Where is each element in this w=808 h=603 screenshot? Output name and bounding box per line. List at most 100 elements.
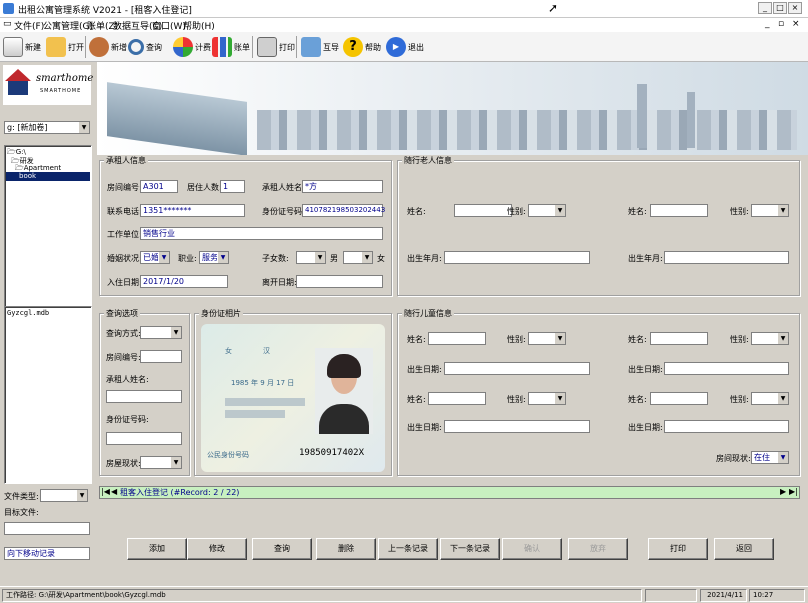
move-down-record[interactable]: 向下移动记录 — [4, 547, 90, 560]
tenant-group: 承租人信息 房间编号: A301 居住人数: 1 承租人姓名: *方 联系电话:… — [99, 155, 392, 296]
mdi-minimize[interactable]: _ — [765, 19, 770, 29]
children-male-select[interactable]: ▼ — [296, 251, 326, 264]
menu-help[interactable]: 帮助(H) — [183, 19, 215, 32]
target-file-input[interactable] — [4, 522, 90, 535]
next-button[interactable]: 下一条记录 — [440, 538, 500, 560]
kid1-birth-input[interactable] — [444, 362, 590, 375]
elder1-sex-select[interactable]: ▼ — [528, 204, 566, 217]
kid4-name-input[interactable] — [650, 392, 708, 405]
kid1-sex-select[interactable]: ▼ — [528, 332, 566, 345]
title-bar: 出租公寓管理系统 V2021 - [租客入住登记] ➚ _ □ × — [0, 0, 808, 18]
kid2-name-input[interactable] — [650, 332, 708, 345]
cancel-button[interactable]: 放弃 — [568, 538, 628, 560]
toolbar-query-button[interactable]: 查询 — [128, 35, 162, 59]
toolbar-open-button[interactable]: 打开 — [46, 35, 84, 59]
work-input[interactable]: 销售行业 — [140, 227, 383, 240]
menu-apartment[interactable]: 公寓管理(G) — [43, 19, 93, 32]
kid2-birth-input[interactable] — [664, 362, 789, 375]
mdi-close[interactable]: × — [792, 19, 800, 29]
residents-input[interactable]: 1 — [220, 180, 245, 193]
toolbar-new-button[interactable]: 新建 — [3, 35, 41, 59]
portrait — [315, 348, 373, 434]
menu-file[interactable]: 文件(F) — [14, 19, 44, 32]
first-record-button[interactable]: |◀ — [101, 487, 110, 496]
kid1-name-input[interactable] — [428, 332, 486, 345]
menu-doc-icon: ▭ — [3, 19, 12, 29]
logo: smarthome SMARTHOME — [3, 65, 93, 105]
query-id-input[interactable] — [106, 432, 182, 445]
menu-window[interactable]: 窗口(W) — [152, 19, 186, 32]
id-photo-group: 身份证相片 女 汉 1985 年 9 月 17 日 公民身份号码 1985091… — [194, 308, 392, 476]
elder2-sex-select[interactable]: ▼ — [751, 204, 789, 217]
kid3-sex-select[interactable]: ▼ — [528, 392, 566, 405]
kid3-birth-input[interactable] — [444, 420, 590, 433]
drive-select[interactable]: g: [新加卷] ▼ — [4, 121, 90, 134]
query-name-input[interactable] — [106, 390, 182, 403]
toolbar-bill-button[interactable]: 账单 — [212, 35, 250, 59]
elder2-birth-input[interactable] — [664, 251, 789, 264]
query-method-select[interactable]: ▼ — [140, 326, 182, 339]
minimize-button[interactable]: _ — [758, 2, 772, 14]
users-icon — [89, 37, 109, 57]
elder1-name-input[interactable] — [454, 204, 512, 217]
house-icon — [5, 69, 31, 81]
kid4-sex-select[interactable]: ▼ — [751, 392, 789, 405]
query-room-input[interactable] — [140, 350, 182, 363]
add-button[interactable]: 添加 — [127, 538, 187, 560]
window-title: 出租公寓管理系统 V2021 - [租客入住登记] — [18, 6, 192, 16]
toolbar-help-button[interactable]: ? 帮助 — [343, 35, 381, 59]
banner-image — [97, 62, 808, 155]
query-button[interactable]: 查询 — [252, 538, 312, 560]
tree-item-book[interactable]: book — [6, 172, 90, 181]
id-card-image: 女 汉 1985 年 9 月 17 日 公民身份号码 19850917402X — [201, 324, 385, 472]
elder1-birth-input[interactable] — [444, 251, 590, 264]
room-number-input[interactable]: A301 — [140, 180, 178, 193]
query-status-select[interactable]: ▼ — [140, 456, 182, 469]
toolbar-add-button[interactable]: 新增 — [89, 35, 127, 59]
last-record-button[interactable]: ▶| — [789, 487, 798, 496]
list-item[interactable]: Gyzcgl.mdb — [7, 309, 49, 317]
checkout-date-input[interactable] — [296, 275, 383, 288]
room-status-select[interactable]: 在住 ▼ — [751, 451, 789, 464]
maximize-button[interactable]: □ — [773, 2, 787, 14]
new-doc-icon — [3, 37, 23, 57]
prev-record-button[interactable]: ◀ — [111, 487, 117, 496]
kid3-name-input[interactable] — [428, 392, 486, 405]
children-female-select[interactable]: ▼ — [343, 251, 373, 264]
bar-chart-icon — [212, 37, 232, 57]
status-empty — [645, 589, 697, 602]
close-button[interactable]: × — [788, 2, 802, 14]
toolbar-exit-button[interactable]: ▶ 退出 — [386, 35, 424, 59]
filetype-select[interactable]: ▼ — [40, 489, 88, 502]
toolbar: 新建 打开 新增 查询 计费 账单 打印 互导 ? 帮助 ▶ 退出 — [0, 32, 808, 62]
toolbar-exchange-button[interactable]: 互导 — [301, 35, 339, 59]
toolbar-billing-button[interactable]: 计费 — [173, 35, 211, 59]
query-group: 查询选项 查询方式: ▼ 房间编号: 承租人姓名: 身份证号码: 房屋现状: ▼ — [99, 308, 190, 476]
elders-group: 随行老人信息 姓名: 性别: ▼ 姓名: 性别: ▼ 出生年月: 出生年月: — [397, 155, 800, 296]
phone-input[interactable]: 1351******* — [140, 204, 245, 217]
status-path: 工作路径: G:\研发\Apartment\book\Gyzcgl.mdb — [2, 589, 642, 602]
chevron-down-icon: ▼ — [78, 122, 89, 133]
delete-button[interactable]: 删除 — [316, 538, 376, 560]
marital-select[interactable]: 已婚 ▼ — [140, 251, 170, 264]
print-button[interactable]: 打印 — [648, 538, 708, 560]
prev-button[interactable]: 上一条记录 — [378, 538, 438, 560]
toolbar-print-button[interactable]: 打印 — [257, 35, 295, 59]
confirm-button[interactable]: 确认 — [502, 538, 562, 560]
kid2-sex-select[interactable]: ▼ — [751, 332, 789, 345]
idcard-input[interactable]: 41078219850320244З — [302, 204, 385, 217]
file-list[interactable]: Gyzcgl.mdb — [4, 306, 92, 484]
next-record-button[interactable]: ▶ — [780, 487, 786, 496]
pie-chart-icon — [173, 37, 193, 57]
record-navigator: |◀ ◀ 租客入住登记 (#Record: 2 / 22) ▶ ▶| — [99, 486, 800, 499]
kid4-birth-input[interactable] — [664, 420, 789, 433]
elder2-name-input[interactable] — [650, 204, 708, 217]
return-button[interactable]: 返回 — [714, 538, 774, 560]
edit-button[interactable]: 修改 — [187, 538, 247, 560]
status-time: 10:27 — [749, 589, 805, 602]
job-select[interactable]: 服务 ▼ — [199, 251, 229, 264]
cursor-icon: ➚ — [548, 1, 559, 15]
mdi-restore[interactable]: ▫ — [778, 19, 784, 29]
tenant-name-input[interactable]: *方 — [302, 180, 383, 193]
checkin-date-input[interactable]: 2017/1/20 — [140, 275, 228, 288]
